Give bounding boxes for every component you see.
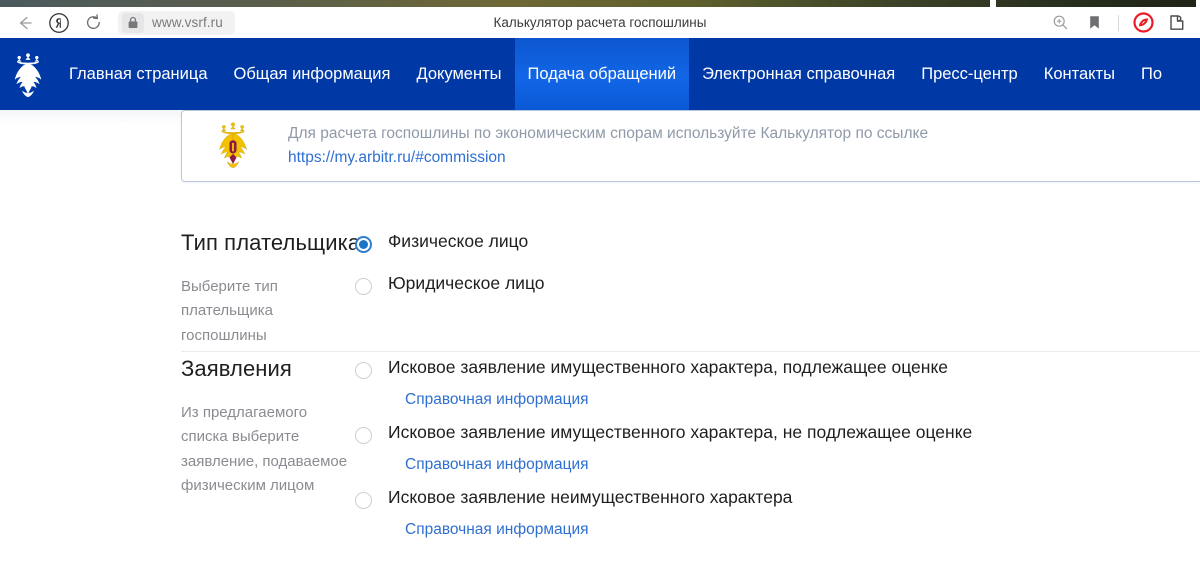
nav-item-main[interactable]: Главная страница bbox=[56, 38, 221, 110]
nav-item-contacts[interactable]: Контакты bbox=[1031, 38, 1128, 110]
application-option-2: Исковое заявление имущественного характе… bbox=[355, 422, 973, 474]
nav-item-label: Общая информация bbox=[233, 64, 391, 83]
page-content: Для расчета госпошлины по экономическим … bbox=[0, 110, 1200, 582]
toolbar-divider bbox=[1118, 14, 1119, 31]
site-emblem[interactable] bbox=[0, 38, 56, 110]
reference-info-link[interactable]: Справочная информация bbox=[405, 456, 589, 474]
nav-item-label: Главная страница bbox=[69, 64, 208, 83]
russian-coat-of-arms-gold-icon bbox=[219, 121, 247, 168]
tab-gap bbox=[990, 0, 996, 7]
reference-info-link[interactable]: Справочная информация bbox=[405, 521, 589, 539]
applications-options: Исковое заявление имущественного характе… bbox=[355, 356, 972, 539]
radio-option-property-assessable[interactable]: Исковое заявление имущественного характе… bbox=[355, 357, 972, 379]
radio-option-property-non-assessable[interactable]: Исковое заявление имущественного характе… bbox=[355, 422, 973, 444]
reload-button[interactable] bbox=[76, 9, 110, 37]
url-text: www.vsrf.ru bbox=[152, 15, 223, 30]
radio-label: Исковое заявление неимущественного харак… bbox=[388, 487, 793, 507]
nav-item-label: Подача обращений bbox=[527, 64, 677, 83]
applications-left: Заявления Из предлагаемого списка выбери… bbox=[0, 356, 355, 539]
info-banner: Для расчета госпошлины по экономическим … bbox=[181, 110, 1200, 182]
extensions-icon bbox=[1170, 14, 1184, 30]
adblock-icon bbox=[1132, 12, 1154, 33]
applications-section: Заявления Из предлагаемого списка выбери… bbox=[0, 356, 1200, 539]
back-button[interactable] bbox=[8, 9, 42, 37]
extensions-button[interactable] bbox=[1160, 9, 1194, 37]
payer-type-description: Выберите тип плательщика госпошлины bbox=[181, 278, 278, 344]
radio-label: Исковое заявление имущественного характе… bbox=[388, 357, 949, 377]
radio-indicator-checked[interactable] bbox=[355, 236, 372, 253]
banner-emblem bbox=[210, 119, 262, 174]
bookmark-icon bbox=[1089, 16, 1099, 29]
site-security-button[interactable] bbox=[122, 12, 144, 33]
nav-item-documents[interactable]: Документы bbox=[403, 38, 514, 110]
site-navigation-bar: Главная страница Общая информация Докуме… bbox=[0, 38, 1200, 110]
radio-option-individual[interactable]: Физическое лицо bbox=[355, 231, 545, 253]
applications-title: Заявления bbox=[181, 356, 292, 381]
russian-coat-of-arms-icon bbox=[14, 53, 42, 98]
payer-type-title: Тип плательщика bbox=[181, 230, 361, 255]
browser-toolbar: www.vsrf.ru Калькулятор расчета госпошли… bbox=[0, 7, 1200, 38]
radio-indicator[interactable] bbox=[355, 278, 372, 295]
back-arrow-icon bbox=[19, 16, 32, 29]
radio-option-non-property[interactable]: Исковое заявление неимущественного харак… bbox=[355, 487, 972, 509]
radio-indicator[interactable] bbox=[355, 362, 372, 379]
payer-type-section: Тип плательщика Выберите тип плательщика… bbox=[0, 230, 1200, 348]
radio-indicator[interactable] bbox=[355, 492, 372, 509]
tab-gap bbox=[1196, 0, 1200, 7]
bookmark-button[interactable] bbox=[1077, 9, 1111, 37]
adblock-button[interactable] bbox=[1126, 9, 1160, 37]
reference-info-link[interactable]: Справочная информация bbox=[405, 391, 589, 409]
banner-message: Для расчета госпошлины по экономическим … bbox=[288, 124, 929, 142]
nav-items-list: Главная страница Общая информация Докуме… bbox=[56, 38, 1175, 110]
address-bar[interactable]: www.vsrf.ru bbox=[118, 10, 235, 35]
radio-option-legal-entity[interactable]: Юридическое лицо bbox=[355, 273, 545, 295]
radio-label: Физическое лицо bbox=[388, 231, 529, 251]
application-option-3: Исковое заявление неимущественного харак… bbox=[355, 487, 972, 539]
browser-tab-strip[interactable] bbox=[0, 0, 1200, 7]
nav-item-label: По bbox=[1140, 64, 1163, 83]
applications-description: Из предлагаемого списка выберите заявлен… bbox=[181, 404, 348, 494]
nav-item-press-center[interactable]: Пресс-центр bbox=[908, 38, 1031, 110]
section-divider bbox=[181, 351, 1200, 352]
payer-type-left: Тип плательщика Выберите тип плательщика… bbox=[0, 230, 361, 348]
zoom-button[interactable] bbox=[1043, 9, 1077, 37]
toolbar-left-controls: www.vsrf.ru bbox=[0, 9, 235, 37]
nav-item-label: Пресс-центр bbox=[921, 64, 1018, 83]
banner-link[interactable]: https://my.arbitr.ru/#commission bbox=[288, 149, 506, 166]
nav-item-submit-appeals[interactable]: Подача обращений bbox=[514, 38, 690, 110]
toolbar-right-controls bbox=[1043, 9, 1194, 37]
yandex-logo-icon bbox=[49, 12, 69, 33]
zoom-in-icon bbox=[1053, 15, 1067, 30]
application-option-1: Исковое заявление имущественного характе… bbox=[355, 357, 972, 409]
nav-item-label: Электронная справочная bbox=[702, 64, 896, 83]
radio-indicator[interactable] bbox=[355, 427, 372, 444]
payer-type-options: Физическое лицо Юридическое лицо bbox=[355, 230, 545, 348]
nav-item-label: Документы bbox=[416, 64, 502, 83]
banner-text-block: Для расчета госпошлины по экономическим … bbox=[288, 122, 928, 171]
nav-item-electronic-reference[interactable]: Электронная справочная bbox=[689, 38, 908, 110]
radio-label: Исковое заявление имущественного характе… bbox=[388, 422, 973, 442]
reload-icon bbox=[86, 14, 100, 30]
nav-item-general-info[interactable]: Общая информация bbox=[221, 38, 404, 110]
nav-item-truncated[interactable]: По bbox=[1128, 38, 1175, 110]
lock-icon bbox=[128, 16, 138, 28]
nav-item-label: Контакты bbox=[1043, 64, 1115, 83]
radio-label: Юридическое лицо bbox=[388, 273, 545, 293]
yandex-button[interactable] bbox=[42, 9, 76, 37]
